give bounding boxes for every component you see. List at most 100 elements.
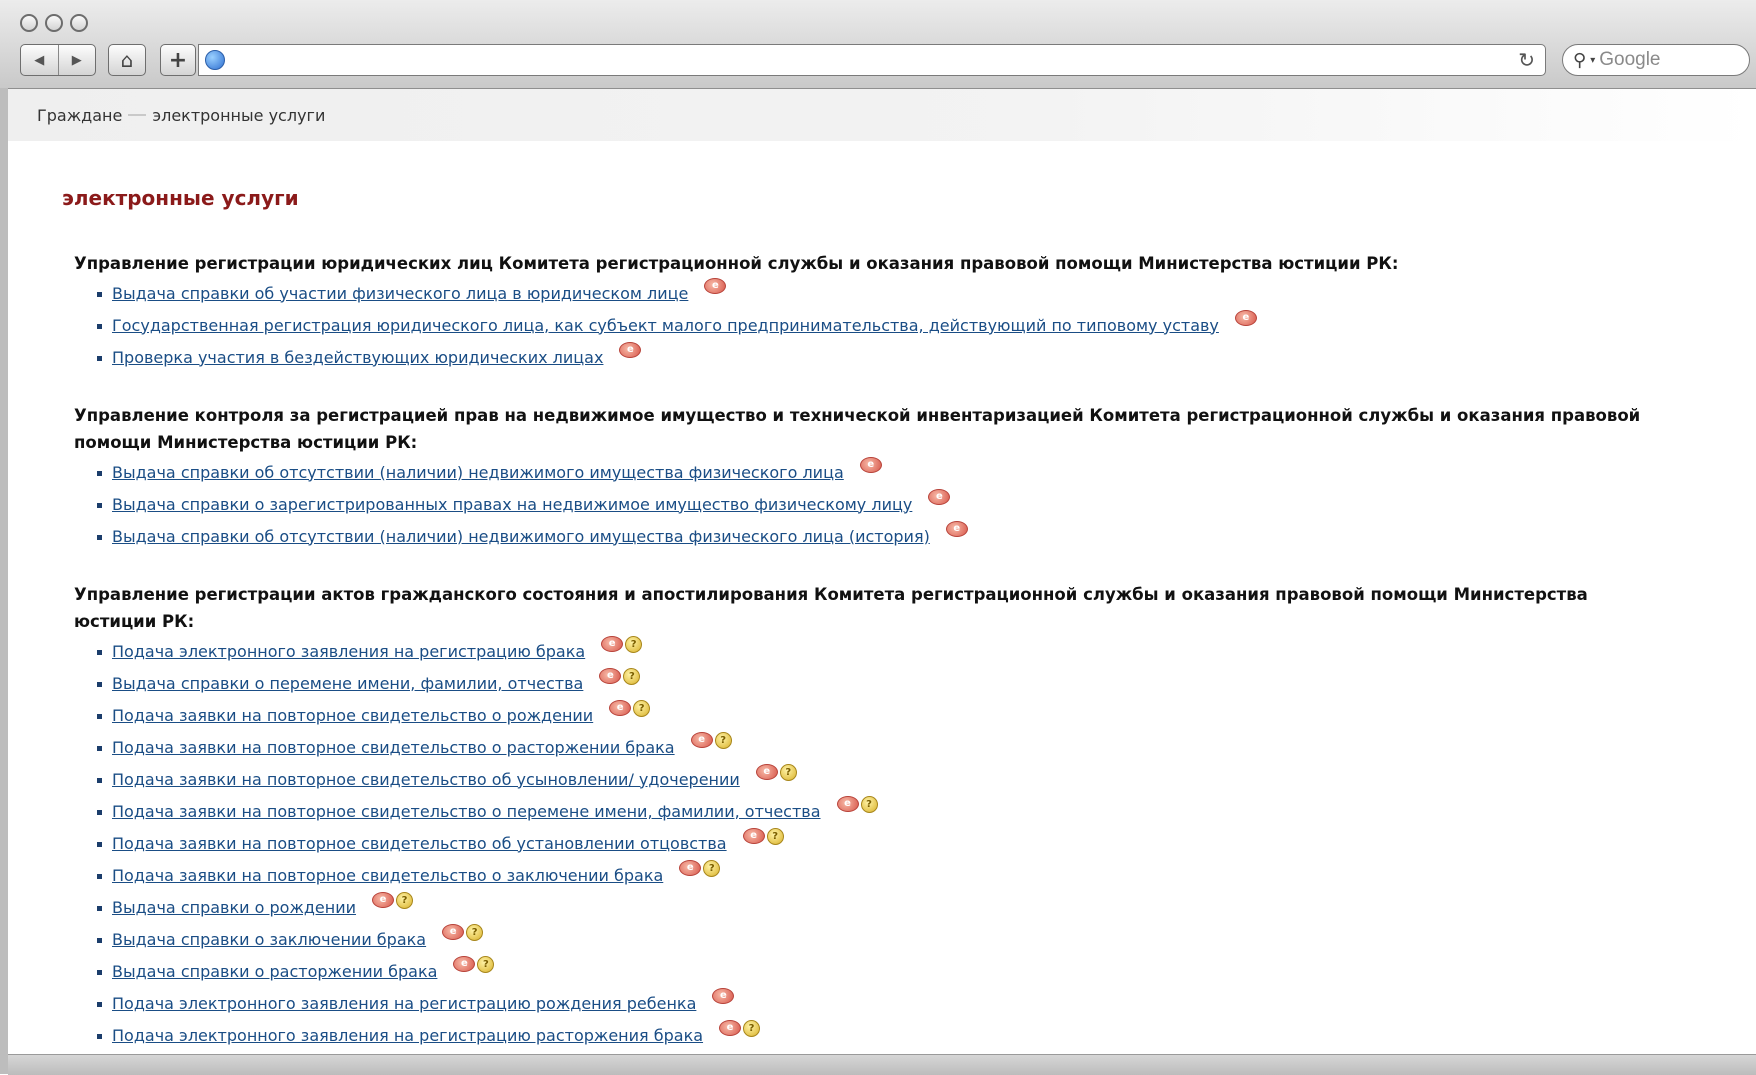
service-link[interactable]: Выдача справки о перемене имени, фамилии… [112,674,583,693]
e-service-icon[interactable]: e [601,635,624,652]
service-link[interactable]: Выдача справки о зарегистрированных прав… [112,495,912,514]
service-link[interactable]: Подача заявки на повторное свидетельство… [112,770,740,789]
info-icon[interactable]: ? [860,795,878,813]
service-icons: e? [372,891,414,909]
bullet-icon [97,356,102,361]
forward-arrow-icon[interactable]: ▶ [57,45,96,75]
service-link[interactable]: Выдача справки об отсутствии (наличии) н… [112,463,844,482]
service-item: Выдача справки о зарегистрированных прав… [74,488,1674,520]
service-icons: e? [453,955,495,973]
service-item: Подача заявки на повторное свидетельство… [74,731,1674,763]
service-icons: e [928,489,951,505]
globe-icon [205,50,225,70]
service-link[interactable]: Подача заявки на повторное свидетельство… [112,738,675,757]
service-link[interactable]: Выдача справки об участии физического ли… [112,284,688,303]
e-service-icon[interactable]: e [690,731,713,748]
service-icons: e [704,278,727,294]
search-placeholder: Google [1599,49,1661,70]
bullet-icon [97,1034,102,1039]
info-icon[interactable]: ? [477,955,495,973]
service-icons: e? [601,635,643,653]
service-list: Подача электронного заявления на регистр… [74,635,1674,1051]
close-window-button[interactable] [20,14,38,32]
info-icon[interactable]: ? [466,923,484,941]
service-link[interactable]: Выдача справки об отсутствии (наличии) н… [112,527,930,546]
info-icon[interactable]: ? [623,667,641,685]
address-bar[interactable]: ↻ [198,44,1546,76]
e-service-icon[interactable]: e [704,278,727,294]
service-icons: e? [742,827,784,845]
bullet-icon [97,714,102,719]
service-icons: e [712,988,735,1004]
service-item: Выдача справки о перемене имени, фамилии… [74,667,1674,699]
service-item: Проверка участия в бездействующих юридич… [74,341,1674,373]
bullet-icon [97,292,102,297]
bullet-icon [97,471,102,476]
info-icon[interactable]: ? [703,859,721,877]
info-icon[interactable]: ? [743,1019,761,1037]
bullet-icon [97,535,102,540]
breadcrumb: Граждане электронные услуги [8,89,1756,141]
e-service-icon[interactable]: e [836,795,859,812]
service-link[interactable]: Выдача справки о рождении [112,898,356,917]
e-service-icon[interactable]: e [442,923,465,940]
service-link[interactable]: Выдача справки о расторжении брака [112,962,437,981]
breadcrumb-item-citizens[interactable]: Граждане [37,106,122,125]
info-icon[interactable]: ? [766,827,784,845]
service-item: Подача заявки на повторное свидетельство… [74,763,1674,795]
page-title: электронные услуги [62,186,299,210]
e-service-icon[interactable]: e [679,859,702,876]
e-service-icon[interactable]: e [1234,310,1257,326]
info-icon[interactable]: ? [779,763,797,781]
service-section: Управление регистрации юридических лиц К… [74,250,1674,373]
e-service-icon[interactable]: e [619,342,642,358]
service-link[interactable]: Государственная регистрация юридического… [112,316,1219,335]
e-service-icon[interactable]: e [712,988,735,1004]
window-edge [0,88,8,1074]
e-service-icon[interactable]: e [928,489,951,505]
info-icon[interactable]: ? [714,731,732,749]
e-service-icon[interactable]: e [719,1019,742,1036]
bullet-icon [97,1002,102,1007]
e-service-icon[interactable]: e [453,955,476,972]
section-heading: Управление регистрации актов гражданског… [74,585,1588,631]
e-service-icon[interactable]: e [742,827,765,844]
zoom-window-button[interactable] [70,14,88,32]
service-link[interactable]: Подача заявки на повторное свидетельство… [112,706,593,725]
search-field[interactable]: ⚲ ▾ Google [1562,44,1750,76]
info-icon[interactable]: ? [396,891,414,909]
service-link[interactable]: Подача электронного заявления на регистр… [112,642,585,661]
service-link[interactable]: Подача заявки на повторное свидетельство… [112,834,727,853]
e-service-icon[interactable]: e [609,699,632,716]
chevron-down-icon: ▾ [1590,54,1596,66]
info-icon[interactable]: ? [625,635,643,653]
e-service-icon[interactable]: e [945,521,968,537]
e-service-icon[interactable]: e [372,891,395,908]
e-service-icon[interactable]: e [859,457,882,473]
home-icon[interactable]: ⌂ [108,44,146,76]
reload-icon[interactable]: ↻ [1518,48,1535,72]
service-link[interactable]: Подача заявки на повторное свидетельство… [112,802,821,821]
service-item: Подача электронного заявления на регистр… [74,1019,1674,1051]
service-link[interactable]: Подача электронного заявления на регистр… [112,994,696,1013]
e-service-icon[interactable]: e [599,667,622,684]
bullet-icon [97,682,102,687]
service-icons: e? [690,731,732,749]
service-icons: e? [836,795,878,813]
back-arrow-icon[interactable]: ◀ [21,45,58,75]
info-icon[interactable]: ? [633,699,651,717]
plus-icon[interactable]: + [160,44,196,76]
service-item: Подача заявки на повторное свидетельство… [74,699,1674,731]
service-section: Управление регистрации актов гражданског… [74,581,1674,1051]
service-link[interactable]: Проверка участия в бездействующих юридич… [112,348,603,367]
service-link[interactable]: Подача заявки на повторное свидетельство… [112,866,663,885]
service-item: Подача заявки на повторное свидетельство… [74,795,1674,827]
service-link[interactable]: Подача электронного заявления на регистр… [112,1026,703,1045]
service-link[interactable]: Выдача справки о заключении брака [112,930,426,949]
service-item: Выдача справки о расторжении брака e? [74,955,1674,987]
service-item: Выдача справки о заключении брака e? [74,923,1674,955]
minimize-window-button[interactable] [45,14,63,32]
service-item: Выдача справки об участии физического ли… [74,277,1674,309]
bullet-icon [97,906,102,911]
e-service-icon[interactable]: e [755,763,778,780]
